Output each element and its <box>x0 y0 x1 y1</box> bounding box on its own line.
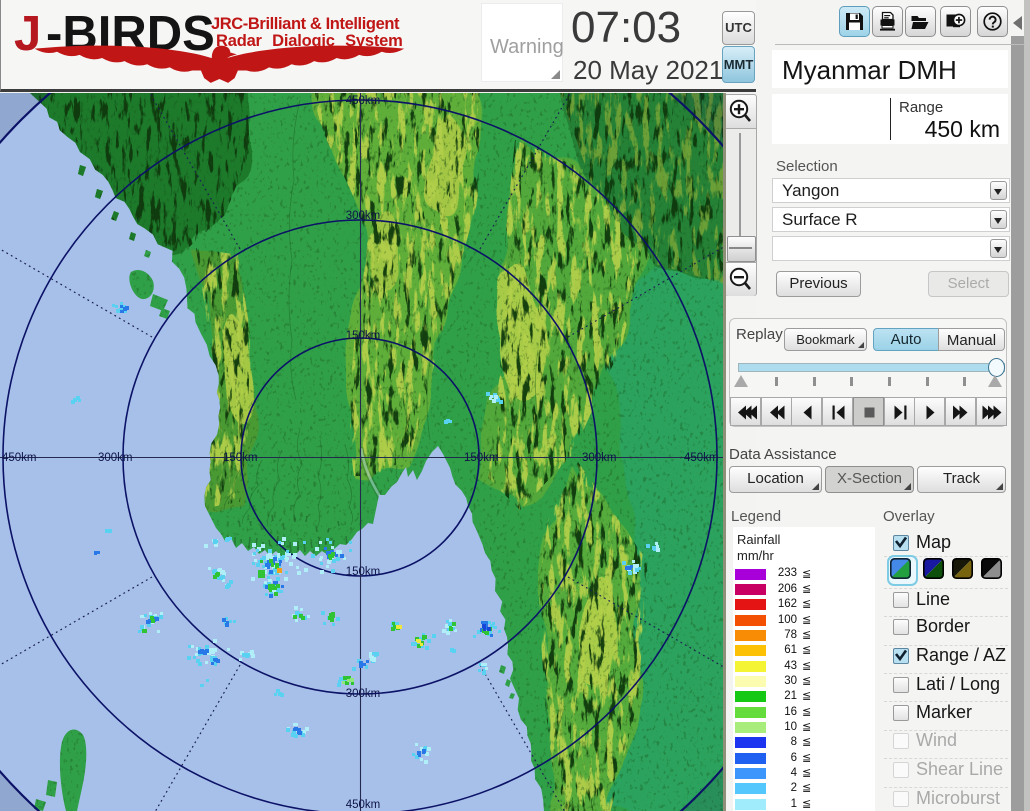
svg-text:450km: 450km <box>346 95 381 107</box>
svg-text:450km: 450km <box>2 452 37 464</box>
svg-text:150km: 150km <box>223 452 258 464</box>
svg-text:150km: 150km <box>464 452 499 464</box>
svg-text:300km: 300km <box>346 688 381 700</box>
svg-text:150km: 150km <box>346 566 381 578</box>
svg-text:JRC-Brilliant & Intelligent: JRC-Brilliant & Intelligent <box>211 15 400 33</box>
svg-text:300km: 300km <box>346 210 381 222</box>
svg-text:150km: 150km <box>346 330 381 342</box>
svg-text:450km: 450km <box>684 452 719 464</box>
svg-text:300km: 300km <box>582 452 617 464</box>
svg-text:450km: 450km <box>346 799 381 811</box>
svg-text:300km: 300km <box>98 452 133 464</box>
svg-text:J: J <box>14 7 41 61</box>
